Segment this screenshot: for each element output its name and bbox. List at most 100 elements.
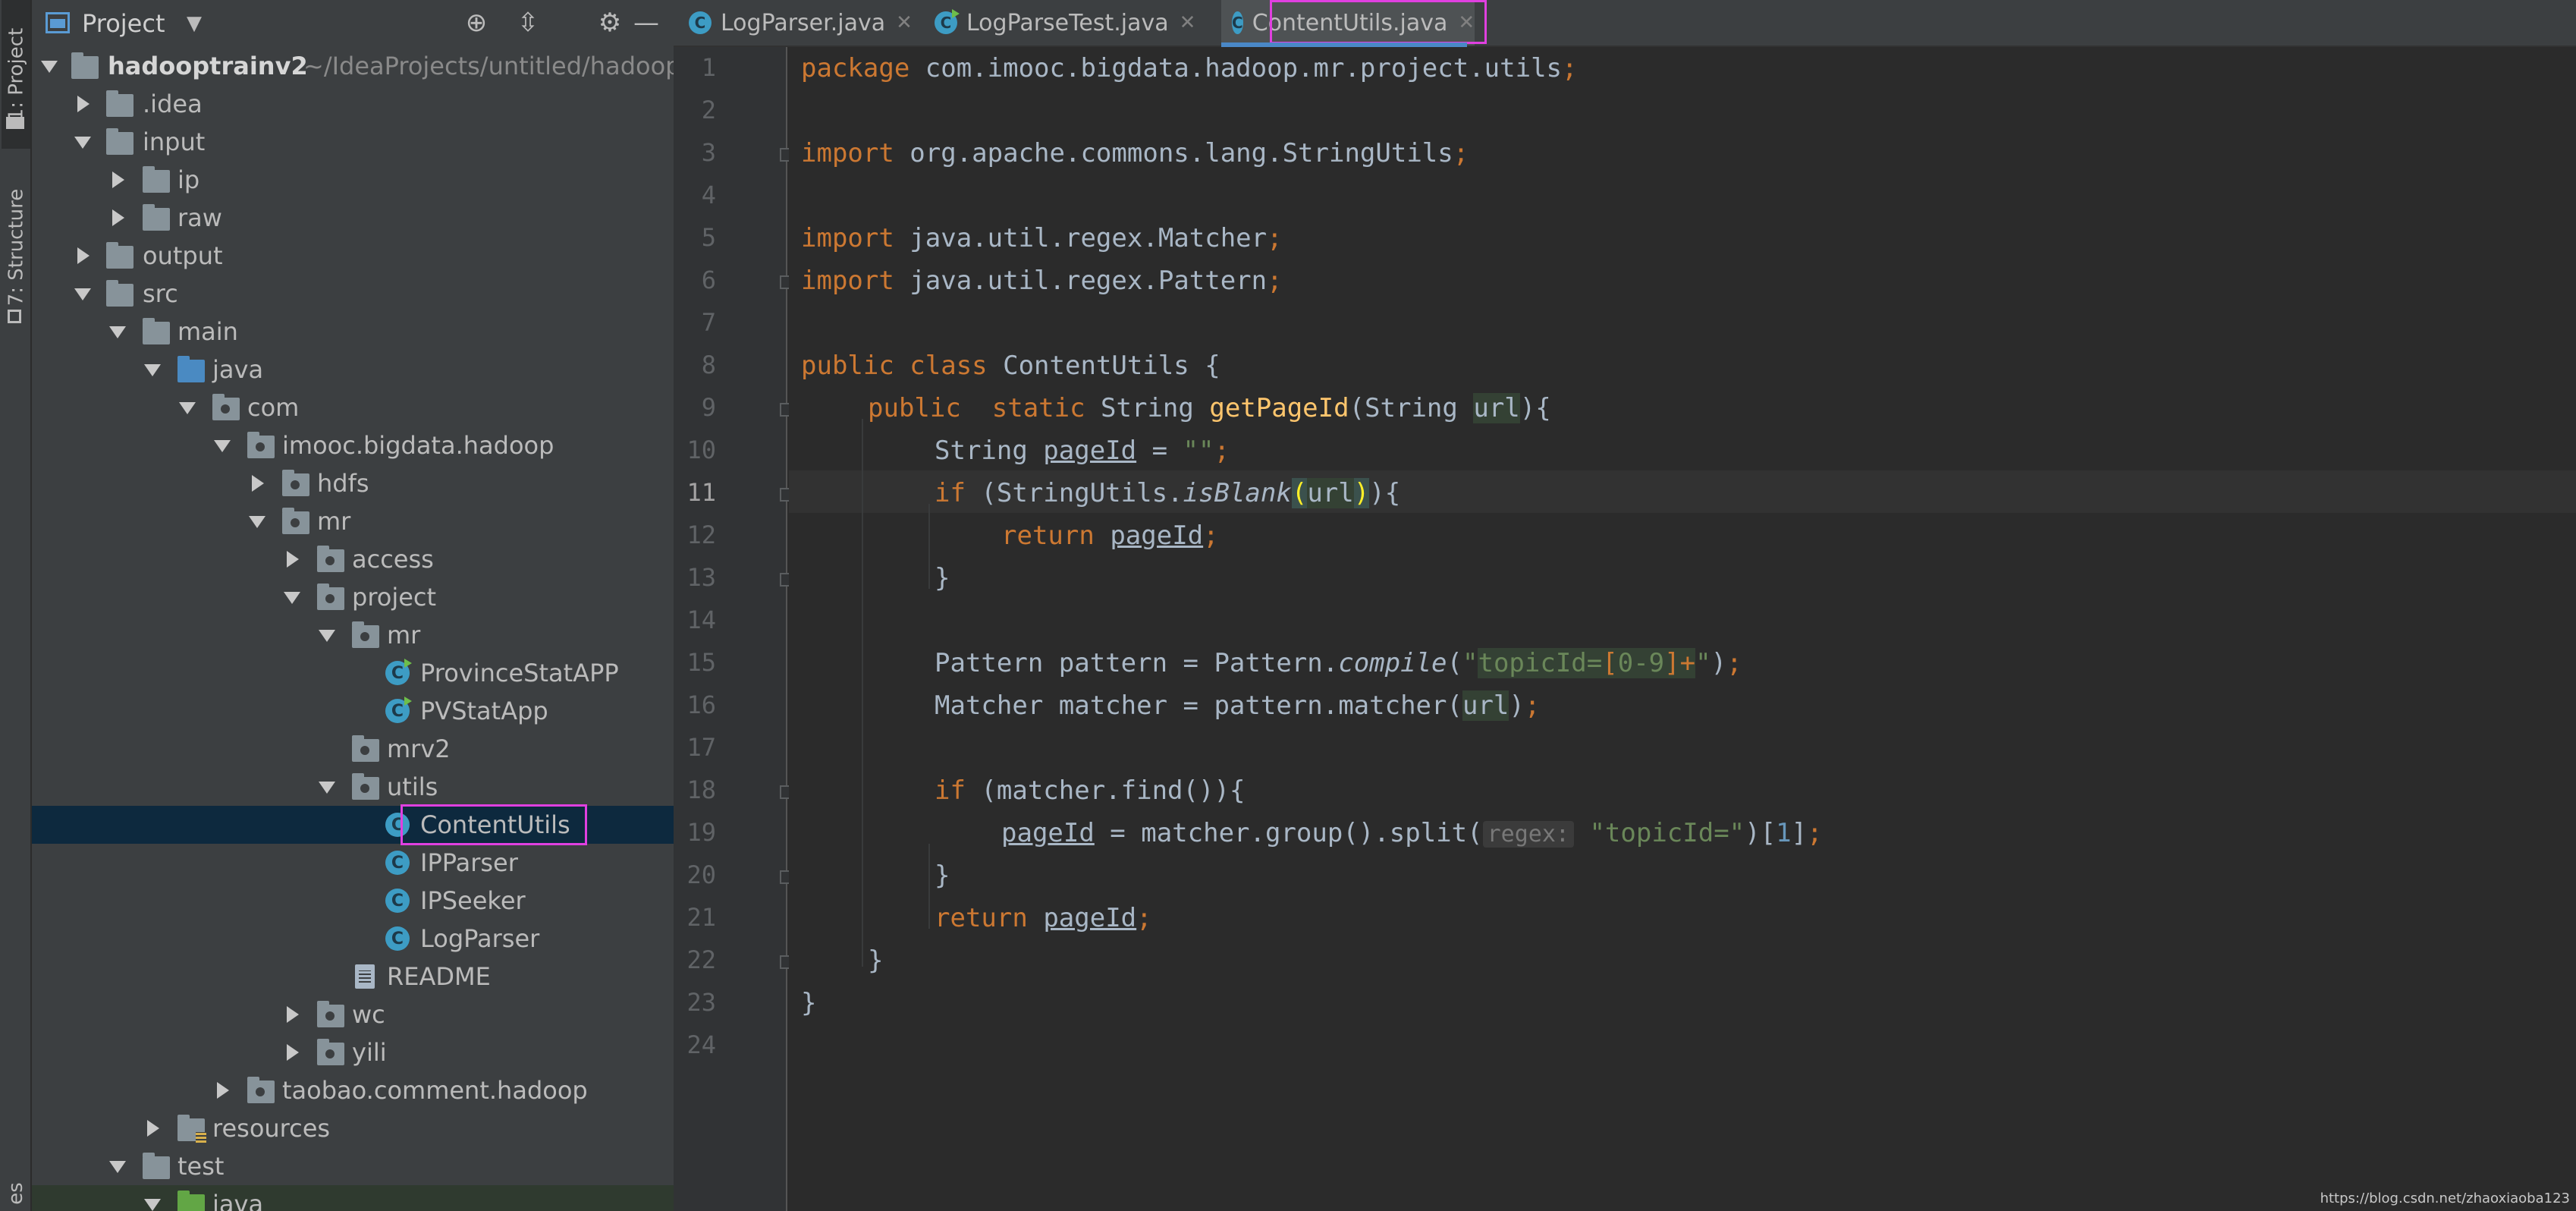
collapse-all-icon[interactable]: ⇳ (513, 8, 543, 38)
code-token: ; (1267, 223, 1283, 253)
expand-arrow-icon[interactable] (144, 361, 161, 378)
code-token: return (1001, 521, 1095, 551)
close-icon[interactable]: ✕ (1180, 11, 1196, 34)
line-number: 17 (686, 733, 716, 762)
code-line-23: } (801, 982, 816, 1024)
tree-node-label: imooc.bigdata.hadoop (282, 431, 554, 460)
expand-arrow-icon[interactable] (319, 778, 335, 795)
expand-arrow-icon[interactable] (74, 96, 91, 112)
module-folder-icon (71, 52, 99, 79)
tree-node-mr[interactable]: mr (32, 502, 674, 540)
expand-arrow-icon[interactable] (284, 1044, 300, 1061)
expand-arrow-icon[interactable] (179, 399, 196, 416)
code-token: pageId (1043, 903, 1137, 933)
tree-node-mrv2[interactable]: mrv2 (32, 730, 674, 768)
package-icon (317, 1001, 344, 1027)
tab-logparsetest[interactable]: C LogParseTest.java ✕ (935, 0, 1209, 46)
expand-arrow-icon[interactable] (109, 323, 126, 340)
project-view-selector[interactable]: Project (82, 9, 165, 38)
structure-tool-tab[interactable]: 7: Structure (2, 171, 30, 323)
code-editor[interactable]: package com.imooc.bigdata.hadoop.mr.proj… (789, 47, 2576, 1211)
code-token: ] (1791, 818, 1808, 848)
expand-arrow-icon[interactable] (284, 1006, 300, 1023)
expand-arrow-icon[interactable] (74, 134, 91, 150)
tree-node-test[interactable]: test (32, 1147, 674, 1185)
tree-node-label: src (143, 279, 178, 308)
minimize-icon[interactable]: — (631, 8, 661, 38)
tree-node-resources[interactable]: resources (32, 1109, 674, 1147)
tree-node-project[interactable]: project (32, 578, 674, 616)
tree-node-java[interactable]: java (32, 351, 674, 388)
expand-arrow-icon[interactable] (74, 285, 91, 302)
tree-node-imooc-package[interactable]: imooc.bigdata.hadoop (32, 426, 674, 464)
tree-node-label: mrv2 (387, 734, 451, 763)
tree-node-test-java[interactable]: java (32, 1185, 674, 1211)
expand-arrow-icon[interactable] (41, 58, 58, 74)
code-line-8: public class ContentUtils { (801, 344, 1220, 387)
editor-gutter: 1 2 3 4 5 6 7 8 9 10 11 12 13 14 15 16 1… (674, 47, 793, 1211)
tree-node-main[interactable]: main (32, 313, 674, 351)
tree-node-input[interactable]: input (32, 123, 674, 161)
tree-node-pvstatapp[interactable]: C PVStatApp (32, 692, 674, 730)
close-icon[interactable]: ✕ (896, 11, 913, 34)
tree-node-access[interactable]: access (32, 540, 674, 578)
code-token: ( (1447, 648, 1462, 678)
expand-arrow-icon[interactable] (249, 513, 265, 530)
line-number: 1 (701, 53, 716, 82)
expand-arrow-icon[interactable] (74, 247, 91, 264)
code-line-20: } (935, 854, 950, 897)
tree-node-logparser[interactable]: C LogParser (32, 920, 674, 958)
folder-icon (106, 280, 134, 307)
expand-arrow-icon[interactable] (109, 171, 126, 188)
source-folder-icon (177, 356, 205, 382)
tree-node-root[interactable]: hadooptrainv2 ~/IdeaProjects/untitled/ha… (32, 47, 674, 85)
expand-arrow-icon[interactable] (214, 1082, 231, 1099)
structure-tool-tab-label: 7: Structure (5, 188, 28, 307)
tree-node-label: taobao.comment.hadoop (282, 1076, 588, 1105)
tree-node-label: IPSeeker (420, 886, 526, 915)
tree-node-utils[interactable]: utils (32, 768, 674, 806)
tree-node-readme[interactable]: README (32, 958, 674, 996)
tree-node-raw[interactable]: raw (32, 199, 674, 237)
line-number: 24 (686, 1030, 716, 1059)
expand-arrow-icon[interactable] (284, 589, 300, 606)
java-class-icon: C (689, 11, 712, 34)
bottom-tool-tab[interactable]: es (2, 1176, 30, 1211)
expand-arrow-icon[interactable] (109, 1158, 126, 1175)
tree-node-hdfs[interactable]: hdfs (32, 464, 674, 502)
tree-node-output[interactable]: output (32, 237, 674, 275)
expand-arrow-icon[interactable] (319, 627, 335, 643)
expand-arrow-icon[interactable] (284, 551, 300, 568)
tree-node-wc[interactable]: wc (32, 996, 674, 1033)
project-tool-tab-label: 1: Project (5, 27, 27, 121)
expand-arrow-icon[interactable] (249, 475, 265, 492)
line-number: 8 (701, 351, 716, 379)
gear-icon[interactable]: ⚙ (595, 8, 625, 38)
code-token: org.apache.commons.lang.StringUtils (894, 138, 1453, 168)
tree-node-taobao-package[interactable]: taobao.comment.hadoop (32, 1071, 674, 1109)
code-line-5: import java.util.regex.Matcher; (801, 217, 1283, 260)
line-number: 22 (686, 945, 716, 974)
line-number: 14 (686, 606, 716, 634)
expand-arrow-icon[interactable] (109, 209, 126, 226)
code-line-19: pageId = matcher.group().split(regex: "t… (1001, 812, 1823, 854)
tree-node-com[interactable]: com (32, 388, 674, 426)
tree-node-project-mr[interactable]: mr (32, 616, 674, 654)
tree-node-src[interactable]: src (32, 275, 674, 313)
expand-arrow-icon[interactable] (144, 1120, 161, 1137)
tab-logparser[interactable]: C LogParser.java ✕ (689, 0, 916, 46)
tree-node-provincestatapp[interactable]: C ProvinceStatAPP (32, 654, 674, 692)
tree-node-contentutils[interactable]: C ContentUtils (32, 804, 674, 845)
code-token: } (868, 945, 884, 976)
tree-node-idea[interactable]: .idea (32, 85, 674, 123)
expand-arrow-icon[interactable] (144, 1196, 161, 1211)
tree-node-ipparser[interactable]: C IPParser (32, 844, 674, 882)
tree-node-yili[interactable]: yili (32, 1033, 674, 1071)
tree-node-ip[interactable]: ip (32, 161, 674, 199)
chevron-down-icon[interactable]: ▼ (187, 12, 202, 35)
expand-arrow-icon[interactable] (214, 437, 231, 454)
target-icon[interactable]: ⊕ (461, 8, 492, 38)
line-number: 20 (686, 860, 716, 889)
tree-node-ipseeker[interactable]: C IPSeeker (32, 882, 674, 920)
package-icon (317, 1039, 344, 1065)
